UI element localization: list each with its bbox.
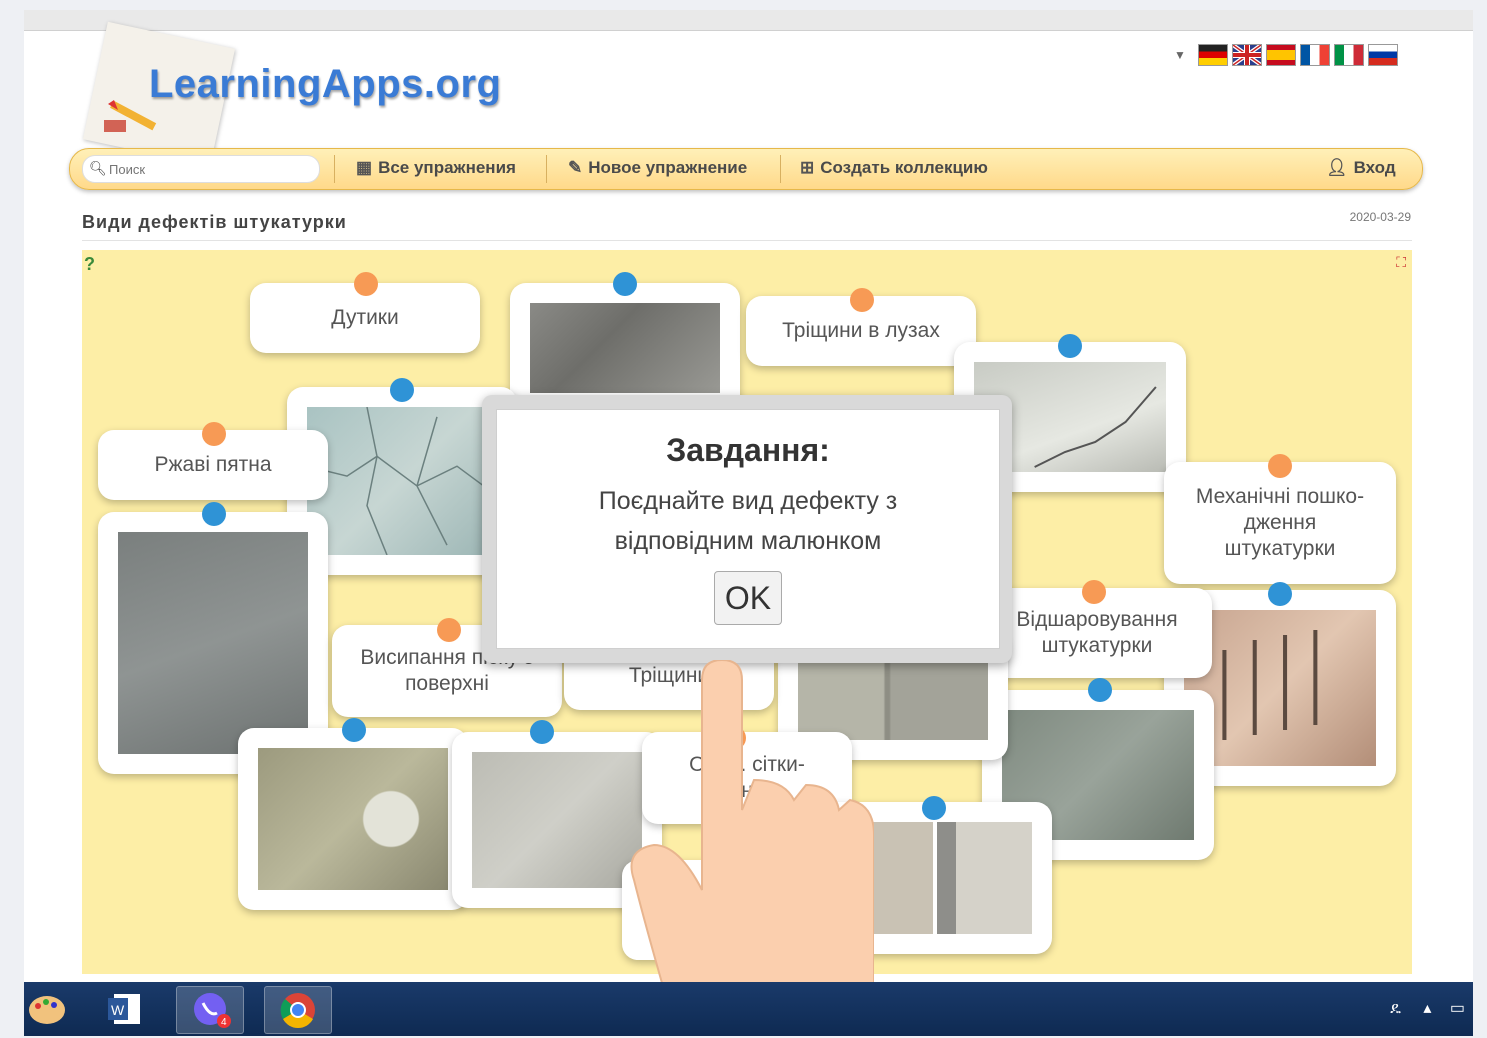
connector-dot[interactable]	[202, 422, 226, 446]
connector-dot[interactable]	[437, 618, 461, 642]
nav-all-exercises[interactable]: ▦ Все упражнения	[356, 158, 516, 178]
nav-separator	[546, 155, 547, 183]
connector-dot[interactable]	[922, 796, 946, 820]
dialog-message-line: Поєднайте вид дефекту з	[598, 487, 898, 515]
nav-create-collection-label: Создать коллекцию	[820, 158, 988, 177]
connector-dot[interactable]	[1082, 580, 1106, 604]
wall-photo	[118, 532, 308, 754]
flag-gb-icon[interactable]	[1231, 44, 1262, 66]
site-logo[interactable]: LearningApps.org	[149, 62, 501, 107]
image-card[interactable]	[238, 728, 468, 910]
card-label: Тріщини в лузах	[782, 319, 940, 342]
nav-login-label: Вход	[1353, 158, 1396, 177]
nav-new-exercise-label: Новое упражнение	[588, 158, 748, 177]
divider	[82, 240, 1412, 241]
main-navbar: 🔍︎ ▦ Все упражнения ✎ Новое упражнение ⊞ Со…	[69, 148, 1423, 190]
connector-dot[interactable]	[530, 720, 554, 744]
paint-icon[interactable]	[24, 986, 90, 1032]
people-icon[interactable]: ዴ	[1390, 1000, 1401, 1017]
windows-taskbar: W 4 ዴ ▴ ▭	[24, 982, 1473, 1036]
card-label: Дутики	[331, 306, 399, 329]
user-icon: 👤︎	[1326, 158, 1348, 177]
grey-wall-photo	[472, 752, 642, 888]
card-label: Відшаровування	[1016, 608, 1178, 631]
card-label: штукатурки	[1041, 634, 1153, 657]
viber-icon[interactable]: 4	[176, 986, 244, 1034]
task-dialog-body: Завдання: Поєднайте вид дефекту з відпові…	[496, 409, 1000, 649]
browser-top-strip	[24, 10, 1473, 31]
dialog-title: Завдання:	[666, 432, 830, 468]
grid-icon: ▦	[356, 158, 373, 177]
fullscreen-icon[interactable]: ⛶	[1396, 254, 1406, 271]
connector-dot[interactable]	[342, 718, 366, 742]
browser-viewport: LearningApps.org ▼ 🔍︎ ▦ Все упражнения ✎ Н…	[24, 10, 1473, 982]
svg-text:W: W	[111, 1002, 125, 1018]
nav-separator	[334, 155, 335, 183]
word-icon[interactable]: W	[102, 986, 168, 1032]
flag-ru-icon[interactable]	[1367, 44, 1398, 66]
pencil-icon: ✎	[568, 158, 583, 177]
network-icon[interactable]: ▭	[1450, 1000, 1465, 1017]
nav-new-exercise[interactable]: ✎ Новое упражнение	[568, 158, 747, 178]
nav-create-collection[interactable]: ⊞ Создать коллекцию	[800, 158, 988, 178]
chrome-icon[interactable]	[264, 986, 332, 1034]
card-label: дження	[1243, 511, 1317, 534]
connector-dot[interactable]	[850, 288, 874, 312]
nav-all-exercises-label: Все упражнения	[378, 158, 516, 177]
stains-photo	[258, 748, 448, 890]
plaster-photo	[530, 303, 720, 393]
connector-dot[interactable]	[390, 378, 414, 402]
search-icon: 🔍︎	[89, 160, 107, 176]
exercise-date: 2020-03-29	[1349, 210, 1411, 224]
flag-fr-icon[interactable]	[1299, 44, 1330, 66]
card-label: Механічні пошко-	[1195, 485, 1365, 508]
dropdown-arrow-icon[interactable]: ▼	[1174, 48, 1186, 62]
task-dialog: Завдання: Поєднайте вид дефекту з відпові…	[482, 395, 1012, 663]
dialog-message-line: відповідним малюнком	[614, 527, 882, 555]
connector-dot[interactable]	[1268, 582, 1292, 606]
connector-dot[interactable]	[613, 272, 637, 296]
flag-it-icon[interactable]	[1333, 44, 1364, 66]
tray-arrow-icon[interactable]: ▴	[1423, 1000, 1431, 1017]
help-icon[interactable]: ?	[84, 254, 95, 275]
flag-de-icon[interactable]	[1197, 44, 1228, 66]
connector-dot[interactable]	[1268, 454, 1292, 478]
card-label: штукатурки	[1224, 537, 1336, 560]
ok-button[interactable]: OK	[714, 571, 782, 625]
search-box[interactable]: 🔍︎	[82, 155, 320, 183]
card-label: поверхні	[405, 672, 489, 695]
connector-dot[interactable]	[1058, 334, 1082, 358]
collection-icon: ⊞	[800, 158, 815, 177]
flag-es-icon[interactable]	[1265, 44, 1296, 66]
connector-dot[interactable]	[1088, 678, 1112, 702]
nav-login[interactable]: 👤︎ Вход	[1326, 158, 1396, 178]
dialog-message: Поєднайте вид дефекту з відповідним малюн…	[497, 481, 999, 561]
cracked-plaster-photo	[306, 406, 498, 556]
pointing-hand-icon	[630, 660, 874, 982]
text-card-mekhanichni[interactable]: Механічні пошко- дження штукатурки	[1164, 462, 1396, 584]
page-title: Види дефектів штукатурки	[82, 212, 347, 232]
image-card[interactable]	[510, 283, 740, 413]
card-label: Ржаві пятна	[154, 453, 272, 476]
language-selector[interactable]: ▼	[1174, 44, 1398, 66]
connector-dot[interactable]	[202, 502, 226, 526]
search-input[interactable]	[107, 159, 311, 179]
nav-separator	[780, 155, 781, 183]
connector-dot[interactable]	[354, 272, 378, 296]
viber-badge-count: 4	[221, 1017, 227, 1028]
system-tray[interactable]: ዴ ▴ ▭	[1390, 998, 1465, 1018]
